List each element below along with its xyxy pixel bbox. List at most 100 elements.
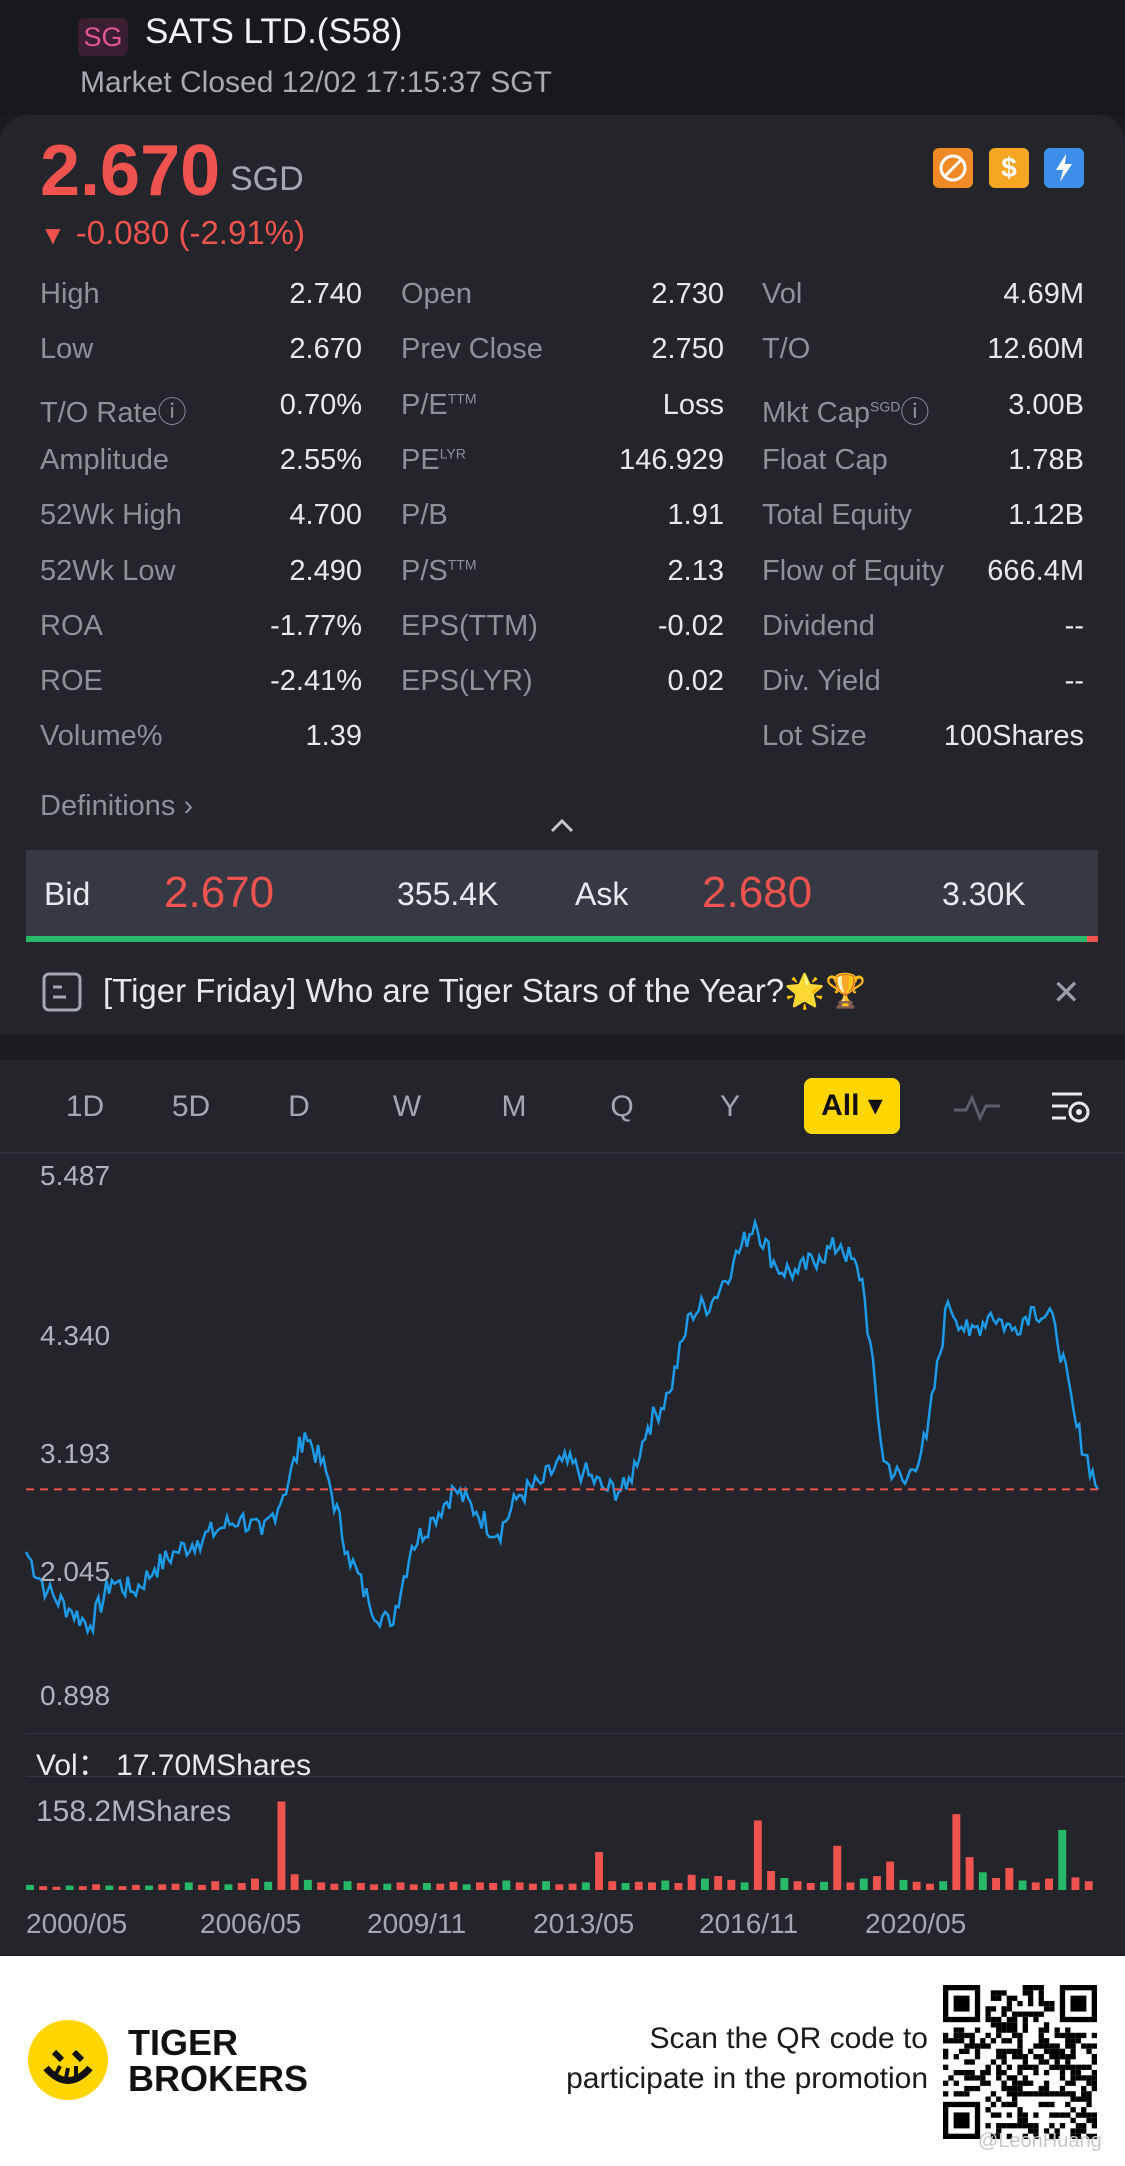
qr-module — [1027, 2080, 1034, 2086]
news-headline[interactable]: [Tiger Friday] Who are Tiger Stars of th… — [103, 972, 866, 1011]
tab-y[interactable]: Y — [700, 1090, 760, 1124]
tab-label: W — [392, 1090, 422, 1123]
qr-module — [1070, 2091, 1076, 2097]
qr-module — [1038, 2011, 1044, 2017]
qr-module — [1012, 2091, 1018, 2097]
qr-module — [1059, 2048, 1066, 2055]
volume-bar — [780, 1878, 789, 1890]
qr-module — [969, 2059, 975, 2065]
qr-finder-module — [1070, 1995, 1087, 2012]
price-chart[interactable] — [0, 1160, 1125, 1720]
qr-module — [1070, 2038, 1076, 2044]
stat-label: Volume% — [40, 720, 163, 753]
qr-module — [1075, 2064, 1082, 2070]
qr-module — [1027, 1985, 1034, 1991]
volume-bar — [714, 1876, 723, 1890]
qr-module — [948, 2075, 954, 2081]
qr-module — [943, 2032, 949, 2039]
close-icon[interactable]: ✕ — [1052, 973, 1081, 1013]
stat-label: 52Wk High — [40, 499, 182, 532]
stat-value: 100Shares — [943, 720, 1084, 753]
qr-module — [943, 2080, 949, 2086]
qr-module — [1022, 2123, 1028, 2129]
qr-module — [1065, 2043, 1071, 2049]
flash-icon[interactable] — [1044, 148, 1084, 188]
tab-1d[interactable]: 1D — [55, 1090, 115, 1124]
qr-module — [990, 1995, 997, 2001]
stat-label-text: Low — [40, 333, 94, 366]
chart-settings-icon[interactable] — [1048, 1086, 1092, 1130]
y-tick-label: 5.487 — [40, 1160, 111, 1191]
qr-module — [1054, 2032, 1060, 2039]
tab-q[interactable]: Q — [592, 1090, 652, 1124]
qr-module — [1081, 2096, 1087, 2102]
qr-module — [985, 2123, 991, 2129]
volume-bar — [118, 1886, 127, 1890]
stat-label: P/STTM — [401, 555, 477, 588]
qr-module — [996, 2069, 1002, 2076]
qr-module — [974, 2085, 981, 2092]
qr-module — [1081, 2064, 1087, 2070]
stat-label-superscript: LYR — [439, 445, 466, 462]
qr-module — [1006, 2016, 1013, 2023]
bid-price: 2.670 — [164, 868, 275, 917]
stat-label-text: Prev Close — [401, 333, 543, 366]
qr-module — [990, 2059, 997, 2065]
qr-module — [1001, 2101, 1007, 2108]
stat-label: P/B — [401, 499, 448, 532]
qr-module — [1033, 1985, 1039, 1991]
qr-module — [1070, 2054, 1076, 2060]
stat-value: 1.39 — [305, 720, 362, 753]
qr-module — [1017, 2048, 1023, 2055]
tab-all[interactable]: All ▾ — [804, 1078, 900, 1134]
qr-module — [1091, 2117, 1097, 2124]
qr-module — [1006, 2085, 1013, 2092]
stat-value: 2.490 — [289, 554, 362, 587]
tab-5d[interactable]: 5D — [161, 1090, 221, 1124]
stat-value: 0.02 — [667, 665, 724, 698]
qr-module — [1033, 2054, 1039, 2060]
stat-label-text: Mkt Cap — [762, 396, 870, 429]
volume-bar — [939, 1881, 948, 1890]
volume-chart[interactable] — [0, 1780, 1125, 1895]
indicator-icon[interactable] — [952, 1090, 1002, 1124]
qr-module — [1043, 2069, 1050, 2076]
volume-bar — [502, 1880, 511, 1890]
volume-bar — [621, 1883, 630, 1890]
qr-module — [1017, 2043, 1023, 2049]
qr-module — [996, 2096, 1002, 2102]
qr-code[interactable] — [943, 1985, 1097, 2139]
qr-module — [969, 2032, 975, 2039]
volume-bar — [555, 1884, 564, 1890]
stat-value: -2.41% — [270, 665, 362, 698]
dividend-icon[interactable]: $ — [989, 148, 1029, 188]
stat-label-text: Vol — [762, 278, 803, 310]
volume-bar — [899, 1879, 908, 1890]
bid-ask-ratio-bar — [26, 936, 1098, 942]
y-tick-label: 2.045 — [40, 1556, 111, 1587]
qr-module — [1027, 1990, 1034, 1996]
qr-module — [1091, 2085, 1097, 2092]
qr-module — [1075, 2096, 1082, 2102]
qr-module — [996, 2032, 1002, 2039]
qr-module — [1054, 2043, 1060, 2049]
tab-d[interactable]: D — [269, 1090, 329, 1124]
qr-module — [1043, 2038, 1050, 2044]
qr-module — [1022, 2027, 1028, 2033]
qr-module — [1054, 2064, 1060, 2070]
qr-module — [1006, 2064, 1013, 2070]
volume-divider — [26, 1776, 1125, 1777]
volume-bar — [820, 1881, 828, 1890]
tab-w[interactable]: W — [377, 1090, 437, 1124]
bid-ratio-fill — [26, 936, 1088, 942]
qr-module — [1054, 2059, 1060, 2065]
no-short-icon[interactable] — [933, 148, 973, 188]
volume-bar — [462, 1884, 471, 1890]
tab-m[interactable]: M — [484, 1090, 544, 1124]
definitions-link[interactable]: Definitions › — [40, 790, 193, 823]
qr-module — [1017, 2123, 1023, 2129]
chevron-up-icon[interactable] — [547, 816, 577, 836]
qr-module — [980, 2080, 986, 2086]
qr-module — [1086, 2096, 1092, 2102]
qr-module — [1038, 2027, 1044, 2033]
